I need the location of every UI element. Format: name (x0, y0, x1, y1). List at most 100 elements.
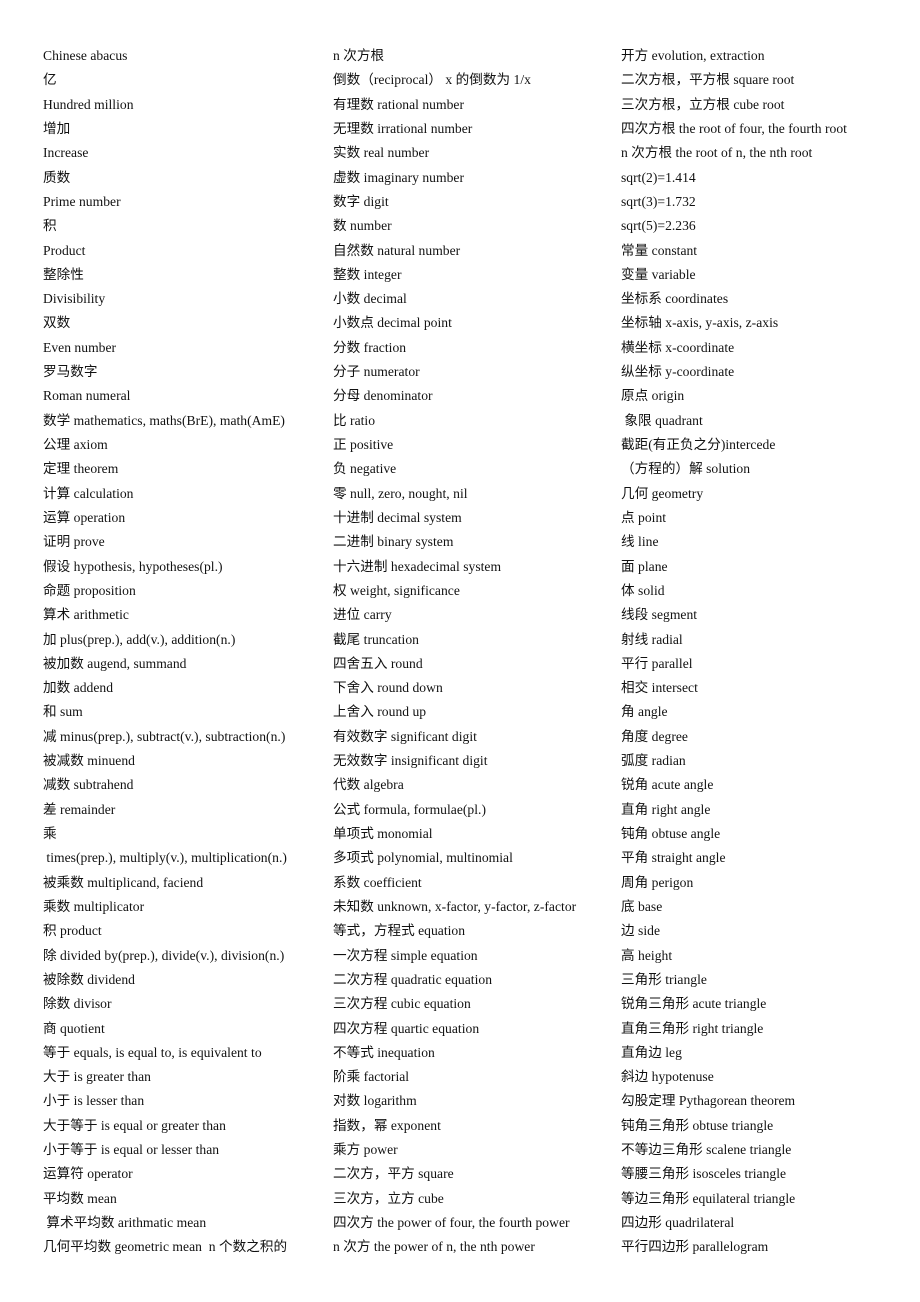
glossary-entry: 等腰三角形 isosceles triangle (621, 1166, 787, 1182)
glossary-entry: 十进制 decimal system (333, 509, 462, 525)
glossary-entry: 算术 arithmetic (43, 607, 129, 623)
glossary-entry: 线 line (621, 534, 659, 550)
glossary-entry: 除数 divisor (43, 996, 112, 1012)
glossary-entry: 体 solid (621, 582, 665, 598)
glossary-entry: n 次方根 (333, 48, 385, 63)
glossary-entry: 三次方，立方 cube (333, 1190, 444, 1206)
glossary-entry: times(prep.), multiply(v.), multiplicati… (43, 850, 287, 866)
glossary-entry: Increase (43, 145, 89, 161)
glossary-entry: 平角 straight angle (621, 850, 726, 866)
glossary-entry: 单项式 monomial (333, 826, 433, 841)
glossary-entry: 乘方 power (333, 1142, 398, 1158)
glossary-entry: 负 negative (333, 461, 397, 477)
glossary-entry: 线段 segment (621, 607, 698, 623)
glossary-entry: 钝角三角形 obtuse triangle (621, 1117, 774, 1133)
glossary-entry: 角度 degree (621, 728, 688, 744)
glossary-entry: 四舍五入 round (333, 655, 423, 671)
glossary-entry: 象限 quadrant (621, 412, 703, 428)
glossary-entry: 高 height (621, 947, 673, 963)
glossary-entry: 假设 hypothesis, hypotheses(pl.) (43, 558, 223, 574)
glossary-entry: 积 (43, 218, 57, 234)
glossary-entry: 乘数 multiplicator (43, 898, 145, 914)
glossary-entry: Even number (43, 339, 117, 355)
glossary-entry: 四次方根 the root of four, the fourth root (621, 120, 847, 136)
glossary-entry: 比 ratio (333, 412, 376, 428)
glossary-entry: 三角形 triangle (621, 971, 707, 987)
glossary-entry: Product (43, 242, 86, 258)
glossary-entry: 等边三角形 equilateral triangle (621, 1190, 796, 1206)
glossary-entry: 小数点 decimal point (333, 315, 452, 331)
glossary-entry: n 次方 the power of n, the nth power (333, 1239, 535, 1255)
glossary-entry: 被除数 dividend (43, 971, 135, 987)
glossary-entry: 双数 (43, 315, 71, 331)
glossary-entry: 阶乘 factorial (333, 1069, 410, 1085)
glossary-entry: sqrt(5)=2.236 (621, 218, 696, 234)
glossary-entry: 相交 intersect (621, 680, 698, 696)
glossary-entry: 零 null, zero, nought, nil (333, 485, 468, 501)
glossary-entry: 和 sum (43, 704, 83, 720)
glossary-entry: 整数 integer (333, 266, 402, 282)
glossary-entry: Roman numeral (43, 388, 131, 404)
glossary-entry: 边 side (621, 923, 661, 939)
glossary-entry: 被加数 augend, summand (43, 655, 187, 671)
glossary-entry: 小于等于 is equal or lesser than (43, 1142, 220, 1158)
glossary-entry: 整除性 (43, 266, 84, 282)
glossary-entry: 锐角三角形 acute triangle (621, 996, 767, 1012)
glossary-columns: Chinese abacus 亿 Hundred million 增加 Increase… (0, 44, 920, 1260)
glossary-entry: 证明 prove (43, 534, 105, 550)
glossary-entry: 无效数字 insignificant digit (333, 753, 488, 769)
glossary-entry: 进位 carry (333, 607, 392, 623)
glossary-entry: 算术平均数 arithmatic mean (43, 1215, 207, 1230)
glossary-entry: 四次方程 quartic equation (333, 1020, 480, 1036)
glossary-entry: 变量 variable (621, 266, 696, 282)
glossary-entry: 三次方根，立方根 cube root (621, 96, 785, 112)
glossary-column-2: n 次方根 倒数（reciprocal） x 的倒数为 1/x 有理数 ration… (333, 44, 621, 1260)
glossary-entry: （方程的）解 solution (621, 461, 751, 477)
glossary-entry: Prime number (43, 193, 121, 209)
glossary-entry: 四次方 the power of four, the fourth power (333, 1215, 570, 1230)
glossary-entry: 自然数 natural number (333, 242, 461, 258)
glossary-entry: 坐标系 coordinates (621, 291, 729, 307)
glossary-entry: 几何 geometry (621, 485, 704, 501)
glossary-entry: 多项式 polynomial, multinomial (333, 850, 513, 866)
glossary-entry: 有效数字 significant digit (333, 728, 477, 744)
glossary-entry: Chinese abacus (43, 48, 128, 63)
glossary-entry: 平行四边形 parallelogram (621, 1239, 769, 1255)
glossary-entry: 几何平均数 geometric mean n 个数之积的 (43, 1239, 288, 1255)
glossary-entry: 数学 mathematics, maths(BrE), math(AmE) (43, 412, 285, 428)
glossary-entry: 大于等于 is equal or greater than (43, 1117, 226, 1133)
glossary-entry: 减 minus(prep.), subtract(v.), subtractio… (43, 728, 286, 744)
glossary-entry: 质数 (43, 169, 71, 185)
glossary-entry: 周角 perigon (621, 874, 694, 890)
glossary-entry: 二次方程 quadratic equation (333, 971, 493, 987)
glossary-entry: 系数 coefficient (333, 874, 422, 890)
glossary-entry: 亿 (43, 72, 57, 88)
glossary-entry: 直角三角形 right triangle (621, 1020, 764, 1036)
glossary-entry: 等于 equals, is equal to, is equivalent to (43, 1044, 262, 1060)
glossary-entry: Divisibility (43, 291, 106, 307)
glossary-entry: 被减数 minuend (43, 753, 135, 769)
glossary-entry: 公理 axiom (43, 437, 108, 452)
glossary-entry: 开方 evolution, extraction (621, 48, 765, 63)
document-page: Chinese abacus 亿 Hundred million 增加 Increase… (0, 0, 920, 1302)
glossary-entry: 运算符 operator (43, 1166, 133, 1182)
glossary-entry: 分子 numerator (333, 364, 420, 380)
glossary-entry: sqrt(3)=1.732 (621, 193, 696, 209)
glossary-entry: 加 plus(prep.), add(v.), addition(n.) (43, 631, 236, 647)
glossary-entry: 增加 (43, 120, 71, 136)
glossary-entry: 四边形 quadrilateral (621, 1215, 735, 1230)
glossary-entry: 乘 (43, 826, 57, 841)
glossary-entry: 平行 parallel (621, 655, 693, 671)
glossary-entry: 被乘数 multiplicand, faciend (43, 874, 204, 890)
glossary-entry: sqrt(2)=1.414 (621, 169, 696, 185)
glossary-entry: 坐标轴 x-axis, y-axis, z-axis (621, 315, 779, 331)
glossary-entry: 无理数 irrational number (333, 120, 473, 136)
glossary-entry: 对数 logarithm (333, 1093, 417, 1109)
glossary-entry: 下舍入 round down (333, 680, 443, 696)
glossary-entry: 权 weight, significance (333, 582, 460, 598)
glossary-entry: 横坐标 x-coordinate (621, 339, 735, 355)
glossary-entry: 未知数 unknown, x-factor, y-factor, z-facto… (333, 898, 577, 914)
glossary-entry: 直角边 leg (621, 1044, 682, 1060)
glossary-entry: 平均数 mean (43, 1190, 117, 1206)
glossary-entry: 指数，幂 exponent (333, 1117, 441, 1133)
